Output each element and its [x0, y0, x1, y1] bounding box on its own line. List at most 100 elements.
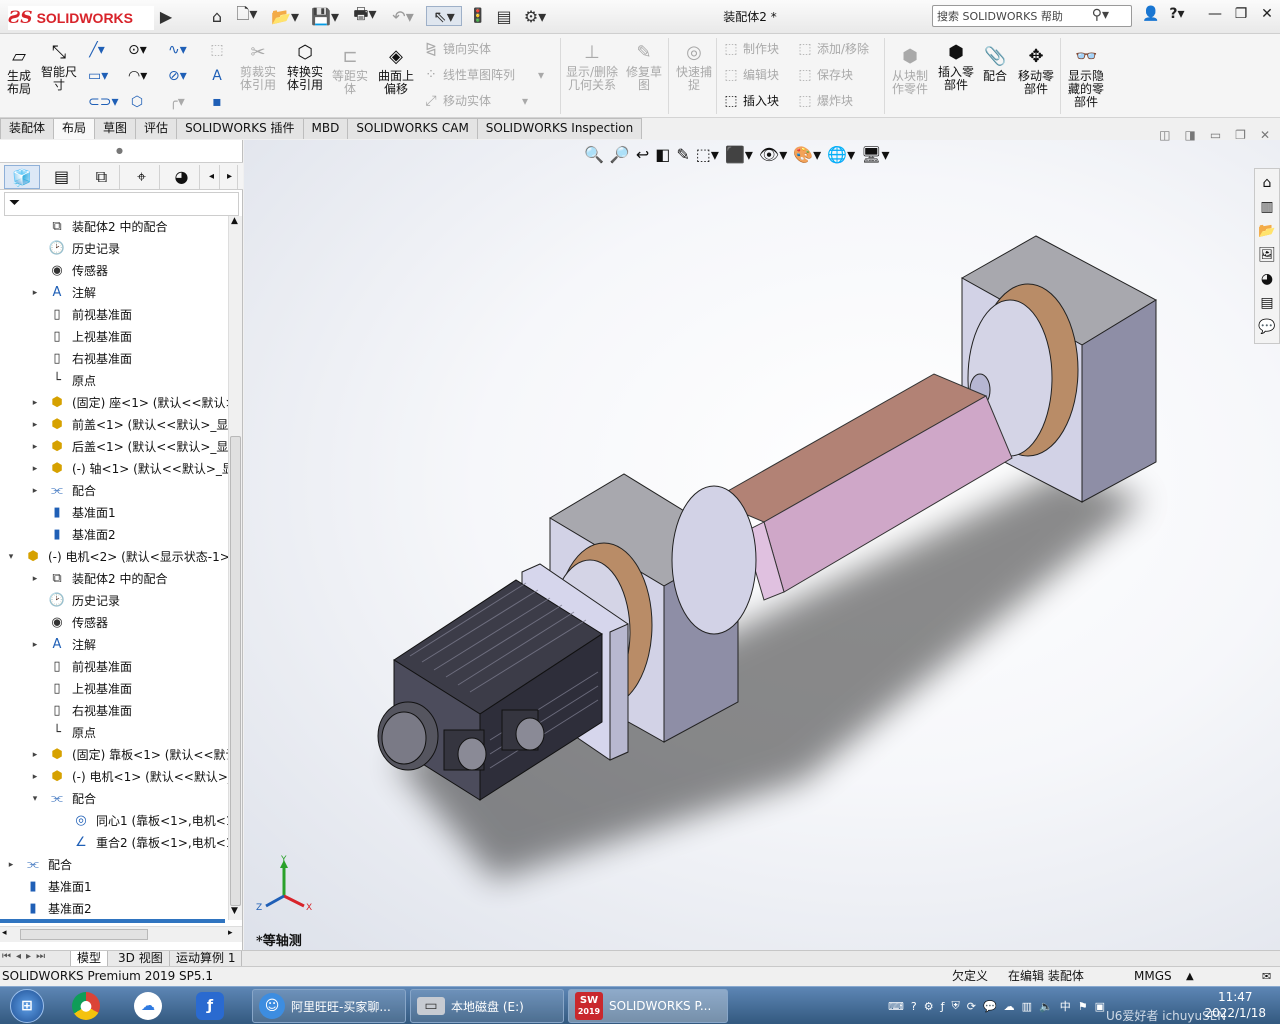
user-icon[interactable]: 👤 [1140, 6, 1162, 26]
forum-icon[interactable]: 💬 [1257, 317, 1277, 337]
new-document-icon[interactable]: 🗋▾ [232, 4, 262, 26]
tree-item[interactable]: ▮ 基准面1 [0, 502, 228, 524]
arc-tool[interactable]: ◠▾ [128, 68, 147, 84]
tree-item[interactable]: ▯ 前视基准面 [0, 656, 228, 678]
tree-item[interactable]: ▸ A 注解 [0, 282, 228, 304]
aliwangwang-taskbar-button[interactable]: ☺ 阿里旺旺-买家聊... [252, 989, 406, 1023]
close-icon[interactable]: ✕ [1256, 6, 1278, 26]
tree-item[interactable]: ◉ 传感器 [0, 612, 228, 634]
tab-evaluate[interactable]: 评估 [135, 118, 178, 139]
offset-entities-button[interactable]: ⊏ 等距实体 [330, 46, 370, 96]
save-icon[interactable]: 💾▾ [310, 6, 340, 26]
add-remove-button[interactable]: ⬚ 添加/移除 [796, 40, 869, 57]
viewport-close-icon[interactable]: ✕ [1260, 128, 1270, 142]
expand-toggle-icon[interactable]: ▾ [30, 788, 40, 810]
start-button[interactable]: ⊞ [4, 989, 50, 1023]
filter-icon[interactable]: ⏷ [9, 195, 20, 211]
tree-item[interactable]: ▸ ⬢ (固定) 座<1> (默认<<默认> [0, 392, 228, 414]
shield-icon[interactable]: ⛨ [951, 999, 959, 1013]
display-relations-button[interactable]: ⊥ 显示/删除几何关系 [564, 42, 620, 92]
expand-toggle-icon[interactable]: ▸ [30, 634, 40, 656]
tree-item[interactable]: ▸ ⫘ 配合 [0, 854, 228, 876]
sync-icon[interactable]: ⟳ [967, 1000, 976, 1013]
rollback-bar[interactable] [0, 919, 225, 923]
expand-toggle-icon[interactable]: ▸ [30, 766, 40, 788]
layout-button[interactable]: ▱ 生成布局 [4, 46, 34, 96]
construction-tool[interactable]: ⬚ [208, 42, 226, 58]
units-dropdown-icon[interactable]: ▲ [1186, 967, 1194, 986]
design-library-icon[interactable]: ▥ [1257, 197, 1277, 217]
graphics-area[interactable]: 🔍 🔎 ↩ ◧ ✎ ⬚▾ ⬛▾ 👁▾ 🎨▾ 🌐▾ 🖥▾ ◫ ◨ ▭ ❐ ✕ ⌂ … [244, 128, 1280, 950]
expand-toggle-icon[interactable]: ▸ [30, 744, 40, 766]
scroll-thumb[interactable] [230, 436, 241, 906]
rebuild-icon[interactable]: 🚦 [469, 6, 486, 26]
home-icon[interactable]: ⌂ [206, 6, 228, 26]
ellipse-tool[interactable]: ⊘▾ [168, 68, 187, 84]
scroll-thumb[interactable] [20, 929, 148, 940]
tab-scroll-right-icon[interactable]: ▸ [222, 165, 238, 189]
property-manager-tab-icon[interactable]: ▤ [44, 165, 80, 189]
flash-tray-icon[interactable]: ƒ [941, 1000, 945, 1013]
tree-filter[interactable]: ⏷ [4, 192, 239, 216]
polygon-tool[interactable]: ⬡ [128, 94, 146, 110]
expand-toggle-icon[interactable]: ▸ [30, 436, 40, 458]
status-message-icon[interactable]: ✉ [1262, 967, 1271, 986]
tree-item[interactable]: └ 原点 [0, 370, 228, 392]
tree-item[interactable]: ▯ 上视基准面 [0, 326, 228, 348]
expand-toggle-icon[interactable]: ▸ [30, 414, 40, 436]
tab-inspection[interactable]: SOLIDWORKS Inspection [476, 118, 643, 139]
save-block-button[interactable]: ⬚ 保存块 [796, 66, 853, 83]
monitor-icon[interactable]: ▣ [1095, 1000, 1105, 1013]
network-icon[interactable]: ▥ [1022, 1000, 1032, 1013]
options-gear-icon[interactable]: ⚙▾ [520, 6, 550, 26]
expand-toggle-icon[interactable]: ▸ [30, 282, 40, 304]
insert-block-button[interactable]: ⬚ 插入块 [722, 92, 779, 109]
tree-item[interactable]: ▾ ⫘ 配合 [0, 788, 228, 810]
tree-item[interactable]: ▸ ⧉ 装配体2 中的配合 [0, 568, 228, 590]
minimize-icon[interactable]: — [1204, 6, 1226, 26]
tab-layout[interactable]: 布局 [53, 118, 96, 139]
tree-item[interactable]: ▯ 右视基准面 [0, 700, 228, 722]
flag-icon[interactable]: ⚑ [1078, 1000, 1088, 1013]
tree-item[interactable]: ◎ 同心1 (靠板<1>,电机<1 [0, 810, 228, 832]
print-icon[interactable]: 🖶▾ [350, 4, 380, 26]
file-properties-icon[interactable]: ▤ [494, 6, 514, 26]
wechat-icon[interactable]: 💬 [983, 1000, 997, 1013]
menu-expand-icon[interactable]: ▶ [160, 6, 172, 26]
first-tab-icon[interactable]: ⏮ [2, 951, 11, 962]
solidworks-resources-icon[interactable]: ⌂ [1257, 173, 1277, 193]
tree-item[interactable]: ▯ 前视基准面 [0, 304, 228, 326]
gear-tray-icon[interactable]: ⚙ [924, 1000, 934, 1013]
tree-item[interactable]: ▸ ⬢ (固定) 靠板<1> (默认<<默认 [0, 744, 228, 766]
cloud-tray-icon[interactable]: ☁ [1004, 1000, 1015, 1013]
tree-item[interactable]: ▾ ⬢ (-) 电机<2> (默认<显示状态-1> [0, 546, 228, 568]
tab-model[interactable]: 模型 [70, 951, 109, 967]
tree-item[interactable]: ▮ 基准面2 [0, 524, 228, 546]
surface-offset-button[interactable]: ◈ 曲面上偏移 [376, 46, 416, 96]
help-tray-icon[interactable]: ? [911, 1000, 917, 1013]
baidu-netdisk-taskbar-button[interactable]: ☁ [128, 989, 168, 1023]
chrome-taskbar-button[interactable]: ● [66, 989, 106, 1023]
move-component-button[interactable]: ✥ 移动零部件 [1016, 46, 1056, 96]
undo-icon[interactable]: ↶▾ [388, 6, 418, 26]
quick-snap-button[interactable]: ◎ 快速捕捉 [674, 42, 714, 92]
tree-item[interactable]: ▸ ⬢ 前盖<1> (默认<<默认>_显示 [0, 414, 228, 436]
tree-item[interactable]: └ 原点 [0, 722, 228, 744]
tree-item[interactable]: ▸ ⬢ (-) 电机<1> (默认<<默认>_ [0, 766, 228, 788]
feature-manager-tab-icon[interactable]: 🧊 [4, 165, 40, 189]
unit-system[interactable]: MMGS [1134, 967, 1172, 986]
tree-item[interactable]: ▸ ⬢ (-) 轴<1> (默认<<默认>_显 [0, 458, 228, 480]
mate-button[interactable]: 📎 配合 [980, 46, 1010, 83]
tree-vertical-scrollbar[interactable]: ▲ ▼ [228, 216, 242, 920]
tab-scroll-left-icon[interactable]: ◂ [204, 165, 220, 189]
tab-mbd[interactable]: MBD [302, 118, 349, 139]
tree-item[interactable]: 🕑 历史记录 [0, 590, 228, 612]
input-method-icon[interactable]: 中 [1060, 998, 1071, 1014]
slot-tool[interactable]: ⊂⊃▾ [88, 94, 119, 110]
mirror-entities-button[interactable]: ⧎ 镜向实体 [422, 40, 491, 57]
show-hidden-button[interactable]: 👓 显示隐藏的零部件 [1064, 46, 1108, 109]
point-tool[interactable]: ▪ [208, 94, 226, 110]
tree-item[interactable]: ▸ ⬢ 后盖<1> (默认<<默认>_显示 [0, 436, 228, 458]
expand-toggle-icon[interactable]: ▸ [6, 854, 16, 876]
clock[interactable]: 11:47 2022/1/18 [1204, 989, 1266, 1021]
